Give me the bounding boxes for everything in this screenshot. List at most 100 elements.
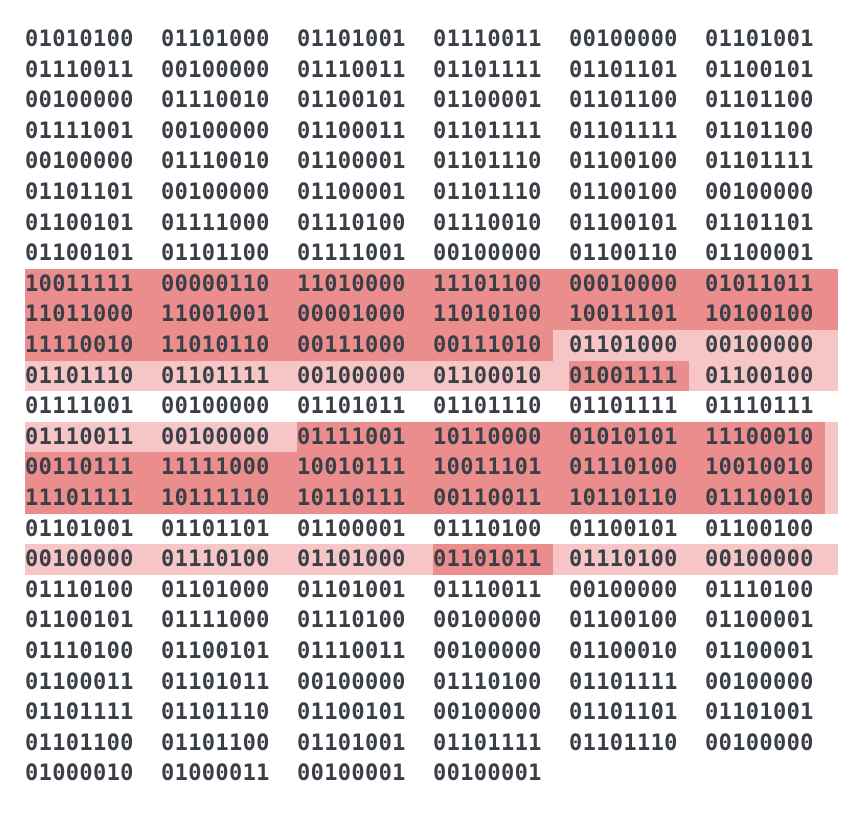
binary-byte: 01000011 xyxy=(161,761,270,787)
binary-byte: 01101100 xyxy=(705,118,814,144)
binary-byte: 01101011 xyxy=(433,547,542,573)
binary-byte: 00100000 xyxy=(161,180,270,205)
binary-byte: 01101100 xyxy=(25,730,134,756)
binary-byte: 01100101 xyxy=(297,88,406,114)
binary-byte: 01101100 xyxy=(161,241,270,267)
binary-byte: 01100011 xyxy=(25,669,134,695)
binary-byte: 01111001 xyxy=(25,118,134,144)
binary-byte: 01110011 xyxy=(433,27,542,52)
binary-byte: 00100000 xyxy=(161,424,270,450)
binary-byte: 01101110 xyxy=(25,363,134,389)
binary-byte: 01101001 xyxy=(297,730,406,756)
binary-byte: 01101001 xyxy=(25,516,134,542)
binary-byte: 01101100 xyxy=(569,88,678,114)
binary-byte: 01110100 xyxy=(569,547,678,573)
binary-byte: 11111000 xyxy=(161,455,270,481)
binary-byte: 01110111 xyxy=(705,394,814,420)
binary-byte: 01101111 xyxy=(433,730,542,756)
binary-byte: 01101111 xyxy=(569,118,678,144)
binary-byte: 01110010 xyxy=(705,486,814,511)
binary-byte: 10110110 xyxy=(569,486,678,511)
binary-byte: 01101000 xyxy=(297,547,406,573)
binary-byte: 11100010 xyxy=(705,424,814,450)
binary-byte: 11110010 xyxy=(25,333,134,358)
binary-byte: 01100101 xyxy=(705,57,814,83)
binary-byte: 00100000 xyxy=(705,730,814,756)
binary-byte: 11011000 xyxy=(25,302,134,328)
binary-byte: 00100000 xyxy=(161,57,270,83)
binary-byte: 01101111 xyxy=(433,118,542,144)
binary-byte: 01111000 xyxy=(161,608,270,634)
binary-byte: 01110100 xyxy=(297,608,406,634)
binary-byte: 01101111 xyxy=(433,57,542,83)
binary-byte: 01100110 xyxy=(569,241,678,267)
binary-byte: 10011111 xyxy=(25,271,134,297)
binary-byte: 01110011 xyxy=(433,577,542,603)
binary-byte: 01100101 xyxy=(25,608,134,634)
binary-byte: 01101111 xyxy=(569,394,678,420)
binary-byte: 00111010 xyxy=(433,333,542,358)
binary-byte: 00110111 xyxy=(25,455,134,481)
binary-byte: 00100000 xyxy=(705,333,814,358)
binary-byte: 01101001 xyxy=(297,27,406,52)
binary-byte: 00100000 xyxy=(705,547,814,573)
binary-byte: 01110100 xyxy=(297,210,406,236)
binary-byte: 01101101 xyxy=(569,57,678,83)
binary-byte: 00100000 xyxy=(433,608,542,634)
binary-byte: 00100000 xyxy=(297,669,406,695)
binary-byte: 01100101 xyxy=(297,700,406,726)
binary-byte: 01100001 xyxy=(705,241,814,267)
binary-byte: 10100100 xyxy=(705,302,814,328)
binary-byte: 01100100 xyxy=(705,363,814,389)
binary-byte: 01101111 xyxy=(705,149,814,175)
binary-byte: 01101000 xyxy=(161,577,270,603)
binary-byte: 01101100 xyxy=(705,88,814,114)
binary-byte: 00100001 xyxy=(433,761,542,787)
binary-text-grid: 01010100 01101000 01101001 01110011 00100000… xyxy=(0,0,848,814)
binary-byte: 01100010 xyxy=(569,639,678,664)
binary-byte: 01011011 xyxy=(705,271,814,297)
binary-byte: 01100001 xyxy=(297,516,406,542)
binary-byte: 01110010 xyxy=(161,149,270,175)
binary-byte: 01110100 xyxy=(25,577,134,603)
binary-byte: 01100001 xyxy=(705,639,814,664)
binary-byte: 00100001 xyxy=(297,761,406,787)
binary-byte: 01101001 xyxy=(297,577,406,603)
binary-byte: 01100101 xyxy=(25,210,134,236)
binary-byte: 01100101 xyxy=(25,241,134,267)
binary-byte: 01110100 xyxy=(433,516,542,542)
binary-byte: 01101101 xyxy=(569,700,678,726)
binary-byte: 01101011 xyxy=(161,669,270,695)
binary-byte: 01100001 xyxy=(433,88,542,114)
binary-byte: 01101101 xyxy=(25,180,134,205)
binary-byte: 01101110 xyxy=(161,700,270,726)
binary-byte: 00100000 xyxy=(161,118,270,144)
binary-byte: 11001001 xyxy=(161,302,270,328)
binary-byte: 01100100 xyxy=(569,180,678,205)
binary-byte: 00100000 xyxy=(161,394,270,420)
binary-byte: 01101110 xyxy=(433,394,542,420)
binary-byte: 01100001 xyxy=(705,608,814,634)
binary-byte: 11101100 xyxy=(433,271,542,297)
binary-byte: 00010000 xyxy=(569,271,678,297)
binary-byte: 00100000 xyxy=(297,363,406,389)
binary-byte: 11010100 xyxy=(433,302,542,328)
binary-byte: 01110011 xyxy=(297,57,406,83)
binary-byte: 10011101 xyxy=(569,302,678,328)
binary-byte: 01100010 xyxy=(433,363,542,389)
binary-byte: 11010110 xyxy=(161,333,270,358)
binary-byte: 11101111 xyxy=(25,486,134,511)
binary-byte: 01000010 xyxy=(25,761,134,787)
binary-byte: 00100000 xyxy=(433,241,542,267)
binary-byte: 10111110 xyxy=(161,486,270,511)
binary-byte: 00001000 xyxy=(297,302,406,328)
binary-byte: 01100100 xyxy=(569,608,678,634)
binary-byte: 01110011 xyxy=(25,424,134,450)
binary-byte: 00100000 xyxy=(25,149,134,175)
binary-byte: 01110100 xyxy=(161,547,270,573)
binary-byte: 01100001 xyxy=(297,180,406,205)
binary-byte: 10110000 xyxy=(433,424,542,450)
binary-byte: 10010010 xyxy=(705,455,814,481)
binary-byte: 01100101 xyxy=(161,639,270,664)
binary-byte: 01101110 xyxy=(569,730,678,756)
